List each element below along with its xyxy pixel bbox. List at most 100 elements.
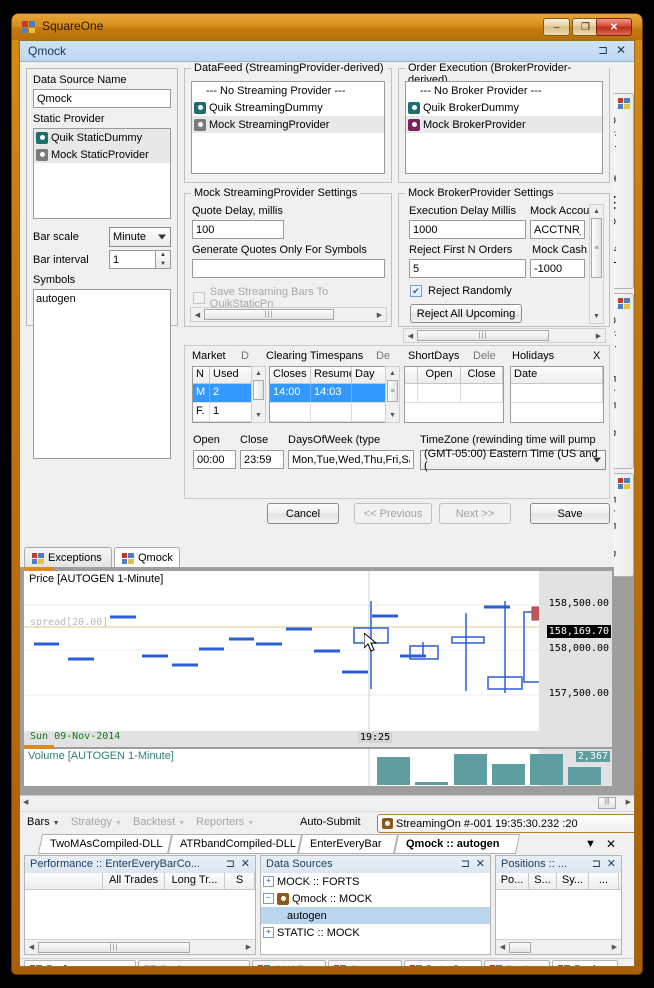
column-header[interactable]: Open <box>418 367 461 383</box>
column-header[interactable]: Resume <box>311 367 352 383</box>
wtab-strategy[interactable]: Strateg... <box>328 960 402 966</box>
tab-exceptions[interactable]: Exceptions <box>24 547 112 568</box>
wtab-datasources[interactable]: Data S... <box>404 960 482 966</box>
list-item[interactable]: Quik StaticDummy <box>34 129 170 146</box>
static-provider-list[interactable]: Quik StaticDummy Mock StaticProvider <box>33 128 171 219</box>
reject-all-upcoming-button[interactable]: Reject All Upcoming <box>410 304 522 323</box>
close-icon[interactable]: ✕ <box>241 857 250 870</box>
clearing-de-label[interactable]: De <box>376 350 390 362</box>
column-header[interactable]: All Trades <box>103 873 165 889</box>
shortdays-grid[interactable]: Open Close <box>404 366 504 423</box>
shortdays-dele-label[interactable]: Dele <box>473 350 496 362</box>
performance-hscrollbar[interactable]: ◀ ||| ▶ <box>25 939 255 954</box>
panel-body[interactable]: All Trades Long Tr... S ◀ ||| ▶ <box>25 873 255 954</box>
scroll-thumb[interactable]: ||| <box>204 309 334 320</box>
clearing-timespans-label[interactable]: Clearing Timespans <box>266 350 363 362</box>
price-axis[interactable]: 158,500.00 158,169.70 158,000.00 157,500… <box>539 571 612 731</box>
minimize-button[interactable]: – <box>543 18 570 36</box>
panel-body[interactable]: + MOCK :: FORTS – Qmock :: MOCK autogen … <box>261 873 490 954</box>
list-item[interactable]: --- No Broker Provider --- <box>406 82 602 99</box>
list-item[interactable]: Mock StaticProvider <box>34 146 170 163</box>
scroll-right-icon[interactable]: ▶ <box>242 943 255 951</box>
scroll-thumb[interactable]: ||| <box>417 330 549 341</box>
price-plot[interactable]: spread[20.00] <box>24 571 539 731</box>
panel-body[interactable]: Po... S... Sy... ... ◀ ▶ <box>496 873 621 954</box>
expander-icon[interactable]: + <box>263 876 274 887</box>
tab-qmock-autogen[interactable]: Qmock :: autogen <box>393 834 521 854</box>
table-row[interactable]: F. 1 <box>193 403 256 422</box>
market-d-label[interactable]: D <box>241 350 249 362</box>
column-header[interactable]: S <box>225 873 255 889</box>
scroll-left-icon[interactable]: ◀ <box>25 943 38 951</box>
expander-icon[interactable]: – <box>263 893 274 904</box>
close-icon[interactable]: ✕ <box>607 857 616 870</box>
column-header[interactable]: Long Tr... <box>165 873 225 889</box>
scroll-thumb[interactable]: ≡ <box>387 380 398 402</box>
symbols-list[interactable]: autogen <box>33 289 171 459</box>
scroll-left-icon[interactable]: ◀ <box>496 943 509 951</box>
column-header[interactable]: Sy... <box>557 873 589 889</box>
scroll-left-icon[interactable]: ◀ <box>404 332 417 340</box>
stepper-up-icon[interactable]: ▲ <box>156 251 170 260</box>
column-header[interactable]: S... <box>529 873 557 889</box>
bar-interval-stepper[interactable]: ▲ ▼ <box>155 250 171 269</box>
tree-node[interactable]: + MOCK :: FORTS <box>261 873 490 890</box>
column-header[interactable] <box>405 367 418 383</box>
price-pane[interactable]: Price [AUTOGEN 1-Minute] spread[20.00] 1… <box>24 571 612 731</box>
chart-hscrollbar[interactable]: ◀ ||| ▶ <box>20 795 634 811</box>
close-button[interactable]: ✕ <box>596 18 632 36</box>
stepper-down-icon[interactable]: ▼ <box>156 260 170 269</box>
tab-atrbandcompiled[interactable]: ATRbandCompiled-DLL <box>167 834 303 854</box>
list-item[interactable]: Quik BrokerDummy <box>406 99 602 116</box>
column-header[interactable]: Po... <box>496 873 529 889</box>
menu-backtest[interactable]: Backtest ▼ <box>133 816 185 828</box>
scroll-up-icon[interactable]: ▲ <box>386 367 399 380</box>
previous-button[interactable]: << Previous <box>354 503 432 524</box>
scroll-thumb[interactable]: ||| <box>38 941 190 953</box>
tree-node[interactable]: autogen <box>261 907 490 924</box>
dialog-close-icon[interactable]: ✕ <box>616 43 626 57</box>
tree-node[interactable]: + STATIC :: MOCK <box>261 924 490 941</box>
clearing-grid[interactable]: Closes Resume Day 14:00 14:03 <box>269 366 391 423</box>
pin-icon[interactable]: ⊐ <box>598 43 608 57</box>
table-row[interactable] <box>511 384 603 403</box>
bar-interval-input[interactable] <box>109 250 156 269</box>
save-button[interactable]: Save <box>530 503 610 524</box>
pin-icon[interactable]: ⊐ <box>226 857 235 870</box>
bar-scale-combo[interactable]: Minute <box>109 227 171 247</box>
column-header[interactable] <box>25 873 103 889</box>
scroll-right-icon[interactable]: ▶ <box>626 798 631 806</box>
scroll-down-icon[interactable]: ▼ <box>590 310 603 323</box>
tab-qmock[interactable]: Qmock <box>114 547 180 568</box>
scroll-up-icon[interactable]: ▲ <box>252 367 265 380</box>
auto-submit-label[interactable]: Auto-Submit <box>300 816 361 828</box>
pin-icon[interactable]: ⊐ <box>592 857 601 870</box>
table-row[interactable] <box>270 403 390 422</box>
column-header[interactable]: ... <box>589 873 619 889</box>
reject-randomly-row[interactable]: ✔ Reject Randomly <box>410 285 512 297</box>
time-axis[interactable]: Sun 09-Nov-2014 19:25 <box>24 731 612 747</box>
wtab-chart[interactable]: CHAR... <box>252 960 326 966</box>
market-label[interactable]: Market <box>192 350 226 362</box>
table-row[interactable]: M 2 <box>193 384 256 403</box>
clearing-grid-vscrollbar[interactable]: ▲ ≡ ▼ <box>385 366 400 423</box>
data-source-name-input[interactable] <box>33 89 171 108</box>
reject-randomly-checkbox[interactable]: ✔ <box>410 285 422 297</box>
close-icon[interactable]: ✕ <box>476 857 485 870</box>
open-input[interactable] <box>193 450 236 469</box>
daysofweek-input[interactable] <box>288 450 414 469</box>
column-header[interactable]: Closes <box>270 367 311 383</box>
reject-first-input[interactable] <box>409 259 526 278</box>
holidays-grid[interactable]: Date <box>510 366 604 423</box>
menu-strategy[interactable]: Strategy ▼ <box>71 816 122 828</box>
wtab-performance-2[interactable]: Performance :... <box>138 960 250 966</box>
menu-bars[interactable]: Bars ▼ <box>27 816 60 828</box>
list-item[interactable]: Mock BrokerProvider <box>406 116 602 133</box>
wtab-performance-1[interactable]: Performance :... <box>24 960 136 966</box>
pin-icon[interactable]: ⊐ <box>461 857 470 870</box>
streaming-hscrollbar[interactable]: ◀ ||| ▶ <box>190 307 387 322</box>
scroll-down-icon[interactable]: ▼ <box>252 409 265 422</box>
scroll-right-icon[interactable]: ▶ <box>592 332 605 340</box>
expander-icon[interactable]: + <box>263 927 274 938</box>
volume-pane[interactable]: Volume [AUTOGEN 1-Minute] 2,367 <box>24 749 612 786</box>
